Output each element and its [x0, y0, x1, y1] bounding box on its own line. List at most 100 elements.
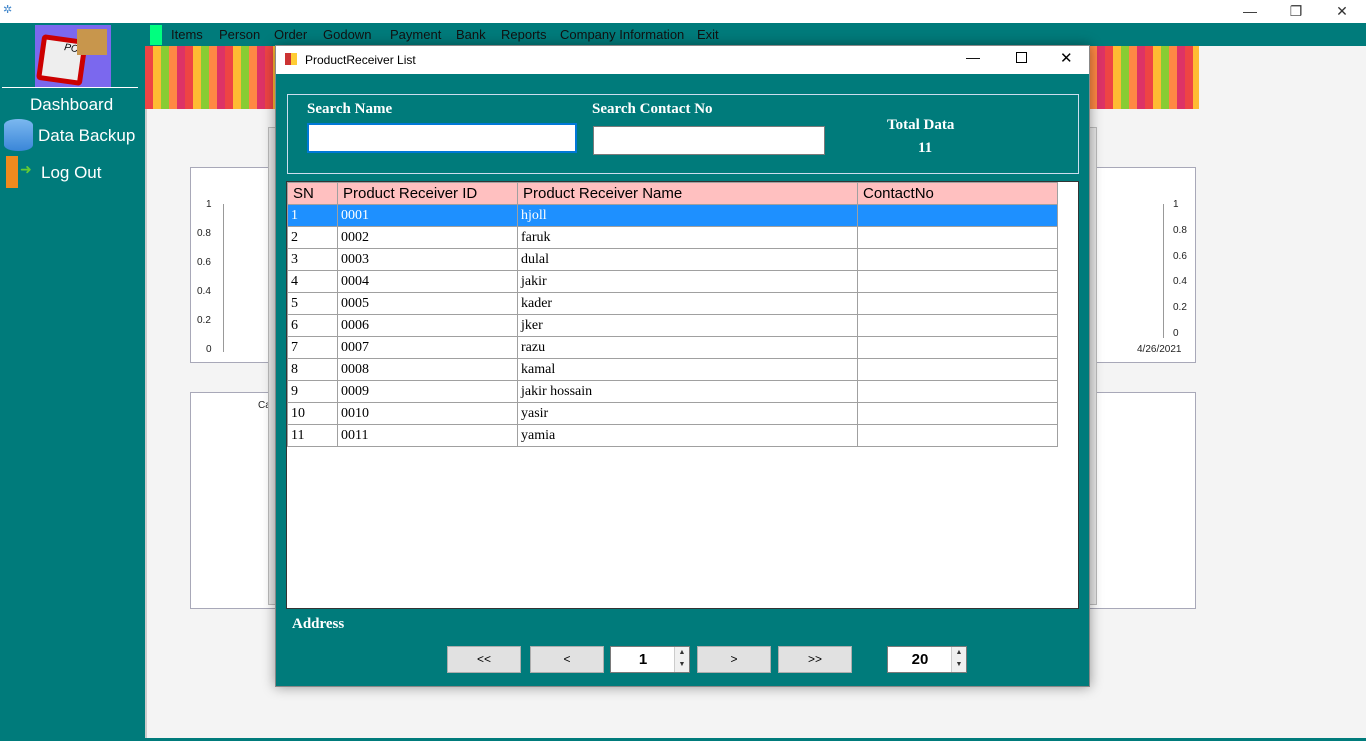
- column-header-sn[interactable]: SN: [287, 182, 338, 205]
- table-row[interactable]: 6 0006 jker: [287, 314, 1058, 337]
- cell-name[interactable]: kamal: [517, 358, 858, 381]
- cell-name[interactable]: yamia: [517, 424, 858, 447]
- cell-contact[interactable]: [857, 248, 1058, 271]
- cell-contact[interactable]: [857, 226, 1058, 249]
- menu-bank[interactable]: Bank: [456, 27, 486, 42]
- table-row[interactable]: 10 0010 yasir: [287, 402, 1058, 425]
- cell-id[interactable]: 0010: [337, 402, 518, 425]
- y-tick: 0.8: [197, 228, 211, 239]
- y-tick: 0.4: [197, 286, 211, 297]
- cell-sn[interactable]: 5: [287, 292, 338, 315]
- page-number-stepper[interactable]: 1 ▲ ▼: [610, 646, 690, 673]
- search-name-input[interactable]: [307, 123, 577, 153]
- column-header-contact[interactable]: ContactNo: [857, 182, 1058, 205]
- sidebar-item-data-backup[interactable]: Data Backup: [38, 126, 135, 146]
- cell-sn[interactable]: 9: [287, 380, 338, 403]
- cell-name[interactable]: kader: [517, 292, 858, 315]
- sidebar-item-log-out[interactable]: Log Out: [41, 163, 102, 183]
- cell-name[interactable]: yasir: [517, 402, 858, 425]
- cell-sn[interactable]: 6: [287, 314, 338, 337]
- page-size-stepper[interactable]: 20 ▲ ▼: [887, 646, 967, 673]
- cell-contact[interactable]: [857, 424, 1058, 447]
- table-row[interactable]: 2 0002 faruk: [287, 226, 1058, 249]
- menu-items[interactable]: Items: [171, 27, 203, 42]
- search-contact-input[interactable]: [593, 126, 825, 155]
- cell-sn[interactable]: 3: [287, 248, 338, 271]
- stepper-arrows[interactable]: ▲ ▼: [951, 647, 966, 672]
- cell-name[interactable]: hjoll: [517, 204, 858, 227]
- dialog-title: ProductReceiver List: [305, 53, 416, 67]
- cell-id[interactable]: 0008: [337, 358, 518, 381]
- cell-id[interactable]: 0001: [337, 204, 518, 227]
- cell-id[interactable]: 0002: [337, 226, 518, 249]
- dialog-close-button[interactable]: ✕: [1060, 49, 1073, 67]
- table-row[interactable]: 1 0001 hjoll: [287, 204, 1058, 227]
- table-row[interactable]: 4 0004 jakir: [287, 270, 1058, 293]
- cell-sn[interactable]: 10: [287, 402, 338, 425]
- menu-person[interactable]: Person: [219, 27, 260, 42]
- menu-company-information[interactable]: Company Information: [560, 27, 684, 42]
- first-page-button[interactable]: <<: [447, 646, 521, 673]
- menu-exit[interactable]: Exit: [697, 27, 719, 42]
- cell-contact[interactable]: [857, 204, 1058, 227]
- menu-order[interactable]: Order: [274, 27, 307, 42]
- table-row[interactable]: 3 0003 dulal: [287, 248, 1058, 271]
- menu-bar: Items Person Order Godown Payment Bank R…: [145, 24, 1366, 46]
- stepper-arrows[interactable]: ▲ ▼: [674, 647, 689, 672]
- last-page-button[interactable]: >>: [778, 646, 852, 673]
- product-receiver-list-dialog: ProductReceiver List — ✕ Search Name Sea…: [275, 45, 1090, 687]
- next-page-button[interactable]: >: [697, 646, 771, 673]
- restore-button[interactable]: ❐: [1273, 0, 1319, 22]
- cell-contact[interactable]: [857, 358, 1058, 381]
- table-row[interactable]: 7 0007 razu: [287, 336, 1058, 359]
- y-tick: 0.6: [197, 257, 211, 268]
- column-header-name[interactable]: Product Receiver Name: [517, 182, 858, 205]
- cell-sn[interactable]: 8: [287, 358, 338, 381]
- minimize-button[interactable]: —: [1227, 0, 1273, 22]
- cell-id[interactable]: 0011: [337, 424, 518, 447]
- sidebar-item-dashboard[interactable]: Dashboard: [30, 95, 113, 115]
- cell-id[interactable]: 0009: [337, 380, 518, 403]
- cell-sn[interactable]: 4: [287, 270, 338, 293]
- cell-contact[interactable]: [857, 380, 1058, 403]
- dialog-maximize-button[interactable]: [1016, 52, 1027, 63]
- cell-id[interactable]: 0005: [337, 292, 518, 315]
- search-panel: Search Name Search Contact No Total Data…: [287, 94, 1079, 174]
- table-row[interactable]: 8 0008 kamal: [287, 358, 1058, 381]
- table-row[interactable]: 11 0011 yamia: [287, 424, 1058, 447]
- cell-sn[interactable]: 2: [287, 226, 338, 249]
- dialog-titlebar: ProductReceiver List — ✕: [276, 46, 1089, 74]
- menu-godown[interactable]: Godown: [323, 27, 371, 42]
- cell-name[interactable]: razu: [517, 336, 858, 359]
- cell-contact[interactable]: [857, 336, 1058, 359]
- cell-name[interactable]: jakir: [517, 270, 858, 293]
- cell-name[interactable]: jakir hossain: [517, 380, 858, 403]
- cell-contact[interactable]: [857, 270, 1058, 293]
- column-header-id[interactable]: Product Receiver ID: [337, 182, 518, 205]
- cell-contact[interactable]: [857, 314, 1058, 337]
- dialog-minimize-button[interactable]: —: [966, 49, 980, 65]
- cell-sn[interactable]: 11: [287, 424, 338, 447]
- cell-sn[interactable]: 7: [287, 336, 338, 359]
- cell-contact[interactable]: [857, 292, 1058, 315]
- close-button[interactable]: ✕: [1319, 0, 1365, 22]
- table-row[interactable]: 5 0005 kader: [287, 292, 1058, 315]
- cell-id[interactable]: 0006: [337, 314, 518, 337]
- menu-reports[interactable]: Reports: [501, 27, 547, 42]
- cell-name[interactable]: dulal: [517, 248, 858, 271]
- cell-name[interactable]: jker: [517, 314, 858, 337]
- cell-id[interactable]: 0004: [337, 270, 518, 293]
- table-row[interactable]: 9 0009 jakir hossain: [287, 380, 1058, 403]
- divider: [2, 87, 138, 88]
- product-receiver-grid: SN Product Receiver ID Product Receiver …: [286, 181, 1079, 609]
- menu-payment[interactable]: Payment: [390, 27, 441, 42]
- page-size-value: 20: [911, 651, 929, 668]
- window-titlebar: ✲ — ❐ ✕: [0, 0, 1366, 23]
- cell-sn[interactable]: 1: [287, 204, 338, 227]
- cell-id[interactable]: 0007: [337, 336, 518, 359]
- cell-id[interactable]: 0003: [337, 248, 518, 271]
- cell-name[interactable]: faruk: [517, 226, 858, 249]
- y-tick-right: 0: [1173, 328, 1179, 339]
- prev-page-button[interactable]: <: [530, 646, 604, 673]
- cell-contact[interactable]: [857, 402, 1058, 425]
